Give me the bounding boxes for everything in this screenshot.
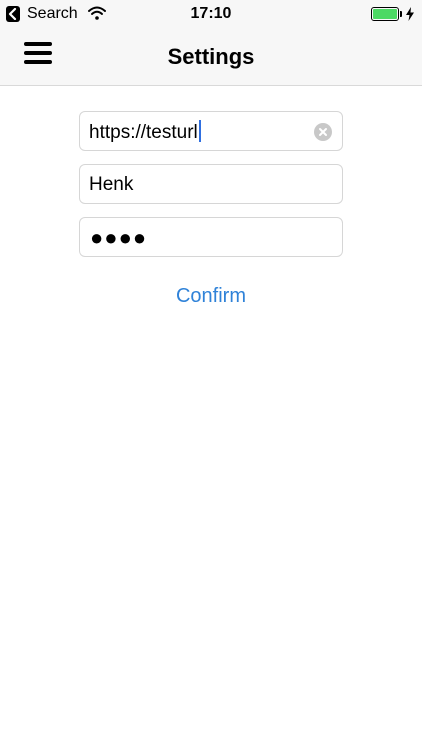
username-field-value: Henk (89, 174, 134, 195)
status-time: 17:10 (190, 5, 232, 22)
clear-text-icon[interactable] (314, 123, 332, 141)
url-field[interactable]: https://testurl (79, 111, 343, 151)
page-title: Settings (167, 44, 255, 69)
password-field[interactable]: ●●●● (79, 217, 343, 257)
confirm-button[interactable]: Confirm (0, 284, 422, 308)
charging-bolt-icon (406, 7, 414, 26)
text-cursor (198, 120, 201, 142)
battery-tip (400, 11, 402, 17)
status-bar: Search 17:10 (0, 0, 422, 28)
username-field[interactable]: Henk (79, 164, 343, 204)
settings-screen: Search 17:10 Settings https://testurl He… (0, 0, 422, 750)
battery-icon (371, 7, 399, 21)
navigation-bar: Settings (0, 28, 422, 86)
password-field-value: ●●●● (90, 225, 148, 250)
battery-level (373, 9, 397, 19)
url-field-value: https://testurl (89, 120, 201, 145)
